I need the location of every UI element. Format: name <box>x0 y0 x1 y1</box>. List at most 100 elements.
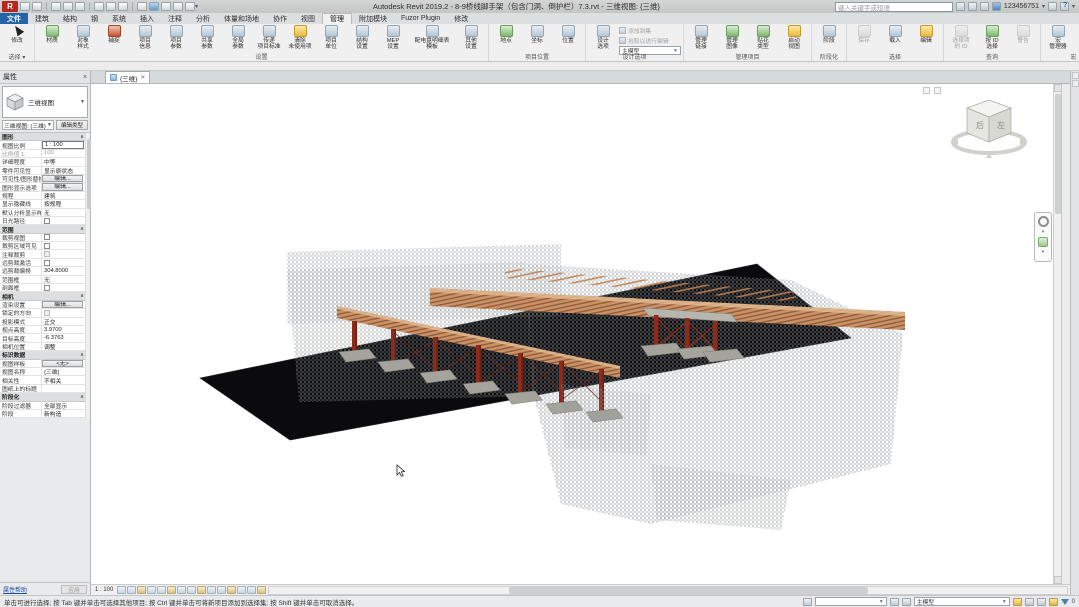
redo-icon[interactable] <box>75 2 85 11</box>
ribbon-button-design-options[interactable]: 设计 选项 <box>588 25 618 50</box>
property-value[interactable] <box>42 243 90 249</box>
tab-修改[interactable]: 修改 <box>447 13 475 24</box>
view-instance-combo[interactable]: 三维视图: (三维)▼ <box>2 120 54 130</box>
property-value[interactable]: 100 <box>42 150 90 156</box>
ribbon-button-phases[interactable]: 阶段 <box>814 25 844 44</box>
ribbon-button-global-parameters[interactable]: 全局 参数 <box>223 25 253 50</box>
undo-icon[interactable] <box>63 2 73 11</box>
ribbon-button-location[interactable]: 地点 <box>491 25 521 44</box>
ribbon-button-add-to-set[interactable]: 添加到集 <box>619 26 681 35</box>
reveal-hidden-icon[interactable] <box>207 586 216 594</box>
ribbon-button-shared-parameters[interactable]: 共享 参数 <box>192 25 222 50</box>
property-value[interactable]: 编辑... <box>42 301 83 309</box>
tab-系统[interactable]: 系统 <box>105 13 133 24</box>
sun-path-icon[interactable] <box>147 586 156 594</box>
ribbon-button-decal-types[interactable]: 贴花 类型 <box>748 25 778 50</box>
property-value[interactable] <box>42 218 90 224</box>
steering-wheel-chevron-icon[interactable]: ▾ <box>1042 229 1045 235</box>
ribbon-button-project-parameters[interactable]: 项目 参数 <box>161 25 191 50</box>
app-store-icon[interactable] <box>1048 2 1057 11</box>
ribbon-button-project-units[interactable]: 项目 单位 <box>316 25 346 50</box>
tab-file[interactable]: 文件 <box>0 13 28 24</box>
tab-体量和场地[interactable]: 体量和场地 <box>217 13 266 24</box>
ribbon-button-object-styles[interactable]: 对象 样式 <box>68 25 98 50</box>
ribbon-button-modify[interactable]: 修改 <box>2 25 32 44</box>
ribbon-button-snaps[interactable]: 捕捉 <box>99 25 129 44</box>
property-value[interactable] <box>42 260 90 266</box>
visual-style-icon[interactable] <box>137 586 146 594</box>
crop-view-icon[interactable] <box>177 586 186 594</box>
property-value[interactable]: 编辑... <box>42 175 83 183</box>
analytical-model-icon[interactable] <box>247 586 256 594</box>
scroll-down-icon[interactable] <box>1054 576 1062 584</box>
properties-scrollbar[interactable] <box>85 133 90 418</box>
ribbon-button-coordinates[interactable]: 坐标 <box>522 25 552 44</box>
print-icon[interactable] <box>94 2 104 11</box>
tab-视图[interactable]: 视图 <box>294 13 322 24</box>
ribbon-button-transfer-project-standards[interactable]: 传递 项目标准 <box>254 25 284 50</box>
property-value[interactable] <box>42 285 90 291</box>
tab-协作[interactable]: 协作 <box>266 13 294 24</box>
property-value[interactable] <box>42 310 90 316</box>
worksharing-display-icon[interactable] <box>237 586 246 594</box>
worksets-combo[interactable]: ▼ <box>815 597 887 606</box>
help-icon[interactable] <box>1060 2 1069 11</box>
tab-插入[interactable]: 插入 <box>133 13 161 24</box>
canvas-vertical-scrollbar[interactable] <box>1053 84 1061 584</box>
property-checkbox[interactable] <box>44 218 50 224</box>
canvas-horizontal-scrollbar[interactable] <box>268 586 1068 595</box>
design-options-icon[interactable] <box>902 598 911 606</box>
tab-附加模块[interactable]: 附加模块 <box>352 13 394 24</box>
property-value[interactable]: 新构造 <box>42 409 90 418</box>
exclude-options-icon[interactable] <box>1013 598 1022 606</box>
section-icon[interactable] <box>161 2 171 11</box>
ribbon-button-mep-settings[interactable]: MEP 设置 <box>378 25 408 50</box>
ribbon-button-manage-images[interactable]: 管理 图像 <box>717 25 747 50</box>
selection-filter-icon[interactable] <box>1061 599 1069 605</box>
open-icon[interactable] <box>20 2 30 11</box>
property-value[interactable]: -6.3763 <box>42 335 90 341</box>
ribbon-button-project-information[interactable]: 项目 信息 <box>130 25 160 50</box>
ribbon-button-purge-unused[interactable]: 清除 未使用项 <box>285 25 315 50</box>
scroll-up-icon[interactable] <box>1054 84 1062 92</box>
property-value[interactable]: 无 <box>42 275 90 284</box>
type-selector[interactable]: 三维视图 ▼ <box>2 86 88 118</box>
property-checkbox[interactable] <box>44 234 50 240</box>
detail-level-icon[interactable] <box>127 586 136 594</box>
tab-建筑[interactable]: 建筑 <box>28 13 56 24</box>
edit-type-button[interactable]: 编辑类型 <box>56 120 88 130</box>
ribbon-button-select-by-id[interactable]: 按 ID 选择 <box>977 25 1007 50</box>
ribbon-button-edit-selection[interactable]: 编辑 <box>911 25 941 44</box>
press-drag-icon[interactable] <box>1025 598 1034 606</box>
model-canvas[interactable]: 后 左 ▾ ▾ <box>91 84 1062 584</box>
view-tab-close-icon[interactable]: ✕ <box>140 74 145 81</box>
tab-分析[interactable]: 分析 <box>189 13 217 24</box>
property-value[interactable]: 正交 <box>42 317 90 326</box>
measure-icon[interactable] <box>106 2 116 11</box>
pin-icon[interactable] <box>923 87 930 94</box>
ribbon-button-macro-manager[interactable]: 宏 管理器 <box>1043 25 1073 50</box>
tab-结构[interactable]: 结构 <box>56 13 84 24</box>
property-value[interactable]: 304.8000 <box>42 268 90 274</box>
grid-icon[interactable] <box>934 87 941 94</box>
ribbon-button-materials[interactable]: 材质 <box>37 25 67 44</box>
ribbon-button-pick-to-edit[interactable]: 拾取以进行编辑 <box>619 36 681 45</box>
ribbon-button-save-selection[interactable]: 保存 <box>849 25 879 44</box>
property-checkbox[interactable] <box>44 243 50 249</box>
property-checkbox[interactable] <box>44 285 50 291</box>
viewcube[interactable]: 后 左 <box>947 90 1033 170</box>
property-value[interactable]: 1 : 100 <box>42 141 84 149</box>
collapse-panel-icon[interactable] <box>1072 72 1079 79</box>
ribbon-button-ids-of-selection[interactable]: 选择项 的 ID <box>946 25 976 50</box>
revit-logo-icon[interactable]: R <box>2 1 18 12</box>
panel-menu-icon[interactable] <box>1072 80 1079 87</box>
ribbon-button-warnings[interactable]: 警告 <box>1008 25 1038 44</box>
temporary-hide-icon[interactable] <box>197 586 206 594</box>
ribbon-button-structural-settings[interactable]: 结构 设置 <box>347 25 377 50</box>
tab-钢[interactable]: 钢 <box>84 13 105 24</box>
user-avatar-icon[interactable] <box>992 2 1001 11</box>
text-icon[interactable] <box>137 2 147 11</box>
search-icon[interactable] <box>956 2 965 11</box>
close-icon[interactable]: × <box>83 74 87 81</box>
property-value[interactable]: 编辑... <box>42 183 83 191</box>
